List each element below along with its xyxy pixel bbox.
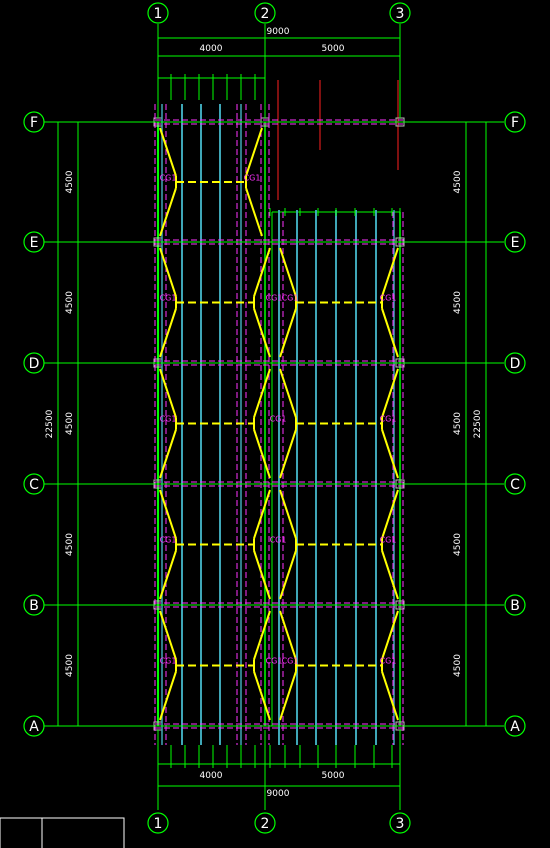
brace-bay: [381, 429, 399, 479]
member-tag-cg1: CG1: [160, 536, 177, 545]
member-tag-cg1: CG1: [160, 294, 177, 303]
member-tag-cg1: CG1: [266, 657, 283, 666]
grid-bubble-row-right: F: [511, 115, 519, 131]
member-tag-cg1: CG1: [270, 536, 287, 545]
brace-bay: [279, 368, 297, 418]
dim-right-bay: 4500: [453, 533, 463, 556]
brace-bay: [279, 671, 297, 721]
brace-bay: [381, 610, 399, 660]
brace-bay: [253, 368, 271, 418]
brace-bay: [253, 610, 271, 660]
member-tag-cg1: CG1: [380, 415, 397, 424]
dim-top-total: 9000: [267, 27, 290, 37]
dim-top-right: 5000: [322, 44, 345, 54]
brace-bay: [253, 247, 271, 297]
brace-bay: [279, 429, 297, 479]
member-tag-cg1: CG1: [282, 294, 299, 303]
grid-bubble-row-left: A: [29, 719, 39, 735]
brace-bay: [279, 550, 297, 600]
grid-bubble-col-bottom: 1: [154, 816, 163, 832]
grid-bubble-col-bottom: 2: [261, 816, 270, 832]
brace-bay: [381, 550, 399, 600]
grid-bubble-row-left: E: [30, 235, 39, 251]
member-tag-cg1: CG1: [282, 657, 299, 666]
member-tag-cg1: CG1: [160, 174, 177, 183]
dim-left-bay: 4500: [65, 291, 75, 314]
member-tag-cg1: CG1: [380, 294, 397, 303]
grid-bubble-row-left: B: [29, 598, 39, 614]
brace-bay: [279, 247, 297, 297]
dim-left-bay: 4500: [65, 533, 75, 556]
grid-bubble-row-right: C: [510, 477, 520, 493]
member-tag-cg1: CG1: [380, 657, 397, 666]
dim-bottom-total: 9000: [267, 789, 290, 799]
dim-bottom-left: 4000: [200, 771, 223, 781]
member-tag-cg1: CG1: [160, 657, 177, 666]
dim-right-bay: 4500: [453, 170, 463, 193]
grid-bubble-row-left: F: [30, 115, 38, 131]
member-tag-cg1: CG1: [160, 415, 177, 424]
dim-left-bay: 4500: [65, 170, 75, 193]
title-block-fragment: [0, 817, 125, 848]
grid-bubble-col-bottom: 3: [396, 816, 405, 832]
brace-bay: [381, 671, 399, 721]
structural-plan-drawing: 9000 4000 5000 4000 5000 9000 4500 4500 4500 4500…: [0, 2, 526, 848]
grid-bubble-row-right: A: [510, 719, 520, 735]
member-tag-cg1: CG1: [380, 536, 397, 545]
grid-bubble-col-top: 3: [396, 6, 405, 22]
grid-bubble-row-right: D: [510, 356, 521, 372]
dim-left-bay: 4500: [65, 412, 75, 435]
brace-bay: [381, 247, 399, 297]
brace-bay: [381, 368, 399, 418]
member-tag-cg1: CG1: [270, 415, 287, 424]
brace-bay: [253, 308, 271, 358]
member-tag-cg1: CG1: [244, 174, 261, 183]
dim-right-bay: 4500: [453, 412, 463, 435]
dim-left-total: 22500: [45, 409, 55, 438]
brace-bay: [253, 429, 271, 479]
grid-bubble-col-top: 1: [154, 6, 163, 22]
brace-bay: [279, 489, 297, 539]
grid-bubble-row-left: C: [29, 477, 39, 493]
dim-right-total: 22500: [473, 409, 483, 438]
brace-bay: [245, 127, 263, 177]
dimension-lines: 9000 4000 5000 4000 5000 9000 4500 4500 4500 4500…: [45, 27, 490, 799]
brace-bay: [279, 610, 297, 660]
brace-bay: [381, 489, 399, 539]
brace-bay: [253, 550, 271, 600]
brace-bay: [245, 187, 263, 237]
brace-bay: [253, 489, 271, 539]
dim-right-bay: 4500: [453, 291, 463, 314]
grid-bubble-col-top: 2: [261, 6, 270, 22]
dim-left-bay: 4500: [65, 654, 75, 677]
grid-bubble-row-right: B: [510, 598, 520, 614]
dim-bottom-right: 5000: [322, 771, 345, 781]
brace-bay: [381, 308, 399, 358]
dim-top-left: 4000: [200, 44, 223, 54]
dim-right-bay: 4500: [453, 654, 463, 677]
brace-bay: [253, 671, 271, 721]
grid-bubble-row-left: D: [29, 356, 40, 372]
member-tag-cg1: CG1: [266, 294, 283, 303]
grid-bubble-row-right: E: [511, 235, 520, 251]
brace-bay: [279, 308, 297, 358]
